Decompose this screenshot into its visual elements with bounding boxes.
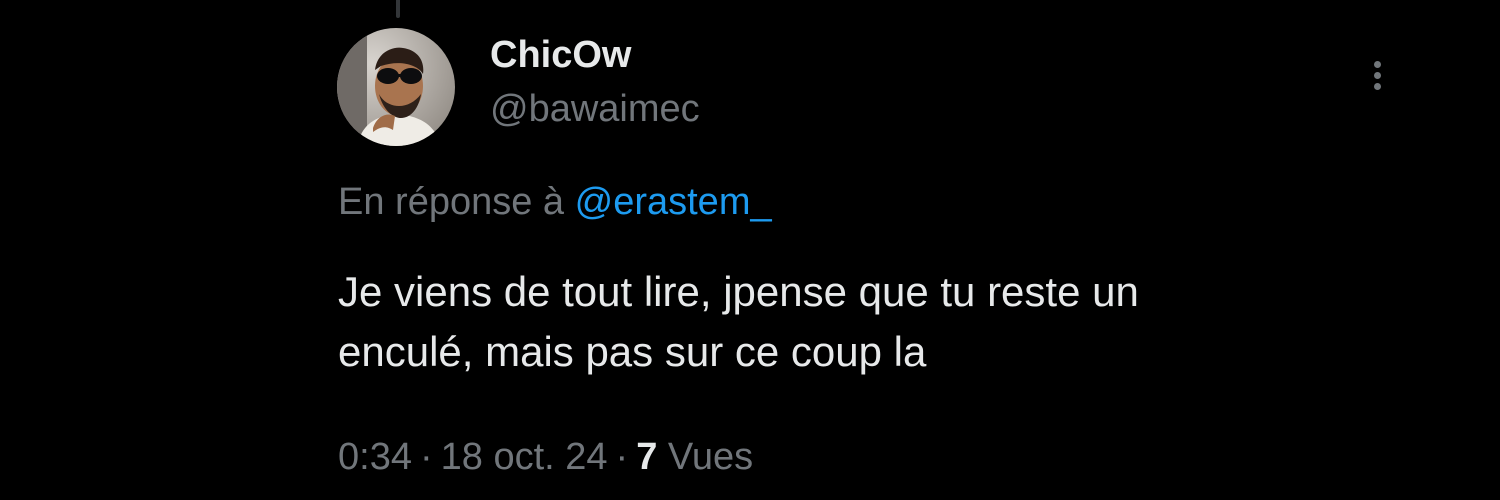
reply-prefix: En réponse à: [338, 181, 565, 223]
tweet-time[interactable]: 0:34: [338, 436, 412, 478]
tweet-text-line: enculé, mais pas sur ce coup la: [338, 328, 927, 375]
avatar-photo: [337, 28, 455, 146]
reply-context: En réponse à @erastem_: [338, 181, 772, 224]
author-display-name[interactable]: ChicOw: [490, 34, 631, 77]
tweet-text: Je viens de tout lire, jpense que tu res…: [338, 262, 1418, 382]
tweet-date[interactable]: 18 oct. 24: [441, 436, 608, 478]
avatar[interactable]: [337, 28, 455, 146]
views-label[interactable]: Vues: [668, 436, 753, 478]
author-handle[interactable]: @bawaimec: [490, 88, 700, 131]
tweet-text-line: Je viens de tout lire, jpense que tu res…: [338, 268, 1139, 315]
meta-separator: ·: [419, 436, 433, 478]
views-count[interactable]: 7: [636, 436, 657, 478]
meta-separator: ·: [615, 436, 629, 478]
more-options-button[interactable]: [1360, 52, 1394, 98]
thread-connector-line: [396, 0, 400, 18]
tweet-metadata: 0:34 · 18 oct. 24 · 7 Vues: [338, 436, 753, 479]
more-vertical-icon: [1373, 59, 1381, 92]
reply-mention-link[interactable]: @erastem_: [575, 181, 772, 223]
